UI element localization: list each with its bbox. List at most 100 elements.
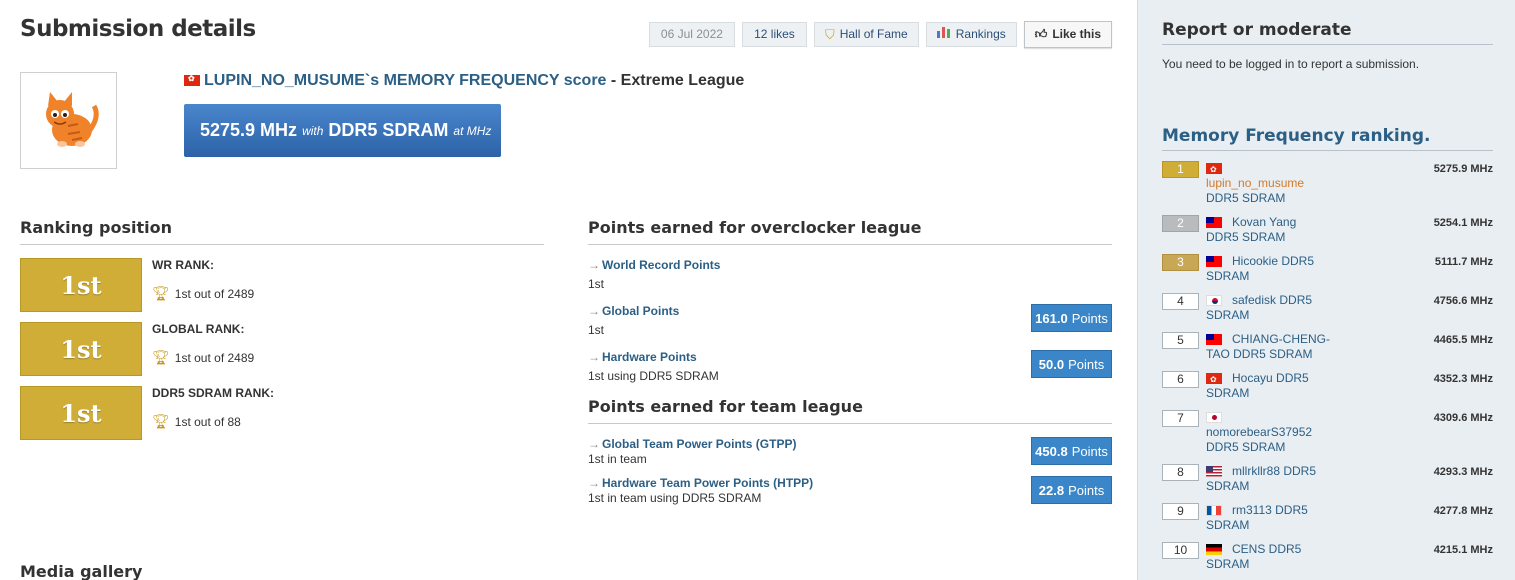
likes-count-button[interactable]: 12 likes: [741, 22, 807, 47]
htpp-value: 22.8: [1038, 482, 1065, 498]
global-points-unit: Points: [1071, 310, 1108, 326]
ranking-position-badge: 3: [1162, 254, 1199, 271]
league-label: - Extreme League: [606, 72, 745, 89]
ranking-position-badge: 4: [1162, 293, 1199, 310]
ranking-line: SDRAM: [1206, 557, 1250, 571]
ranking-line: DDR5 SDRAM: [1206, 440, 1286, 454]
ranking-line: TAO DDR5 SDRAM: [1206, 347, 1313, 361]
ranking-line: nomorebearS37952: [1206, 425, 1313, 439]
gtpp-badge: 450.8 Points: [1031, 437, 1112, 465]
hardware-points-link[interactable]: Hardware Points: [588, 350, 697, 364]
ranking-user-name[interactable]: CENS DDR5: [1232, 542, 1301, 556]
htpp-unit: Points: [1068, 482, 1105, 498]
country-flag-icon: [1206, 372, 1222, 387]
ranking-value: 4309.6 MHz: [1433, 412, 1493, 424]
ranking-entry[interactable]: nomorebearS37952 DDR5 SDRAM: [1206, 410, 1336, 455]
main-content: Submission details 06 Jul 2022 12 likes …: [0, 0, 1137, 580]
ranking-value: 5254.1 MHz: [1433, 217, 1493, 229]
ranking-value: 5111.7 MHz: [1434, 256, 1493, 268]
ranking-position-badge: 1: [1162, 161, 1199, 178]
ranking-entry[interactable]: rm3113 DDR5 SDRAM: [1206, 503, 1336, 533]
ranking-value: 4277.8 MHz: [1433, 505, 1493, 517]
cat-mascot-icon: [45, 91, 99, 147]
country-flag-icon: [1206, 162, 1222, 177]
score-value: 5275.9 MHz: [200, 120, 298, 140]
ranking-value: 4215.1 MHz: [1433, 544, 1493, 556]
ranking-user-name[interactable]: safedisk DDR5: [1232, 293, 1312, 307]
score-button[interactable]: 5275.9 MHz with DDR5 SDRAM at MHz: [184, 104, 501, 157]
global-rank-label: GLOBAL RANK:: [152, 322, 245, 336]
hardware-rank-badge: 1st: [20, 386, 142, 440]
ranking-entry[interactable]: lupin_no_musumeDDR5 SDRAM: [1206, 161, 1336, 206]
country-flag-icon: [1206, 256, 1222, 268]
ranking-user-name[interactable]: Hocayu DDR5: [1232, 371, 1309, 385]
hardware-points-badge: 50.0 Points: [1031, 350, 1112, 378]
wr-rank-badge: 1st: [20, 258, 142, 312]
hardware-rank-value: 🏆︎ 1st out of 88: [152, 413, 241, 430]
country-flag-icon: [1206, 544, 1222, 556]
gtpp-link[interactable]: Global Team Power Points (GTPP): [588, 437, 796, 451]
shield-icon: ⛉: [824, 27, 835, 42]
country-flag-icon: [1206, 334, 1222, 346]
memory-type-link[interactable]: DDR5 SDRAM: [328, 120, 448, 141]
ranking-user-name[interactable]: lupin_no_musume: [1206, 176, 1336, 191]
country-flag-icon: [1206, 466, 1222, 478]
report-title: Report or moderate: [1162, 20, 1493, 45]
htpp-rank: 1st in team using DDR5 SDRAM: [588, 491, 762, 505]
like-this-label: Like this: [1052, 27, 1101, 41]
global-rank-badge: 1st: [20, 322, 142, 376]
hall-of-fame-button[interactable]: ⛉ Hall of Fame: [813, 22, 919, 47]
country-flag-icon: [1206, 412, 1222, 424]
ranking-entry[interactable]: mllrkllr88 DDR5 SDRAM: [1206, 464, 1336, 494]
global-points-badge: 161.0 Points: [1031, 304, 1112, 332]
htpp-badge: 22.8 Points: [1031, 476, 1112, 504]
ranking-position-badge: 2: [1162, 215, 1199, 232]
ranking-user-name[interactable]: mllrkllr88 DDR5: [1232, 464, 1316, 478]
trophy-icon: 🏆︎: [152, 285, 170, 301]
like-this-button[interactable]: 👍︎ Like this: [1023, 21, 1112, 48]
ranking-value: 4465.5 MHz: [1433, 334, 1493, 346]
ranking-line: DDR5 SDRAM: [1206, 191, 1286, 205]
rankings-button[interactable]: Rankings: [925, 22, 1017, 47]
ranking-value: 5275.9 MHz: [1433, 163, 1493, 175]
hong-kong-flag-icon: [184, 74, 200, 87]
ranking-user-name[interactable]: rm3113 DDR5: [1232, 503, 1308, 517]
ranking-line: DDR5 SDRAM: [1206, 230, 1286, 244]
ranking-entry[interactable]: Kovan Yang DDR5 SDRAM: [1206, 215, 1336, 245]
memory-ranking-title[interactable]: Memory Frequency ranking.: [1162, 126, 1493, 151]
ranking-value: 4756.6 MHz: [1433, 295, 1493, 307]
ranking-entry[interactable]: safedisk DDR5 SDRAM: [1206, 293, 1336, 323]
ranking-line: SDRAM: [1206, 386, 1250, 400]
score-with-label: with: [302, 123, 324, 138]
global-rank-text: 1st out of 2489: [174, 350, 255, 365]
global-points-link[interactable]: Global Points: [588, 304, 679, 318]
ranking-value: 4293.3 MHz: [1433, 466, 1493, 478]
global-points-value: 161.0: [1035, 310, 1068, 326]
user-avatar[interactable]: [20, 72, 117, 169]
htpp-link[interactable]: Hardware Team Power Points (HTPP): [588, 476, 813, 490]
country-flag-icon: [1206, 505, 1222, 517]
ranking-entry[interactable]: Hocayu DDR5SDRAM: [1206, 371, 1336, 401]
ranking-user-name[interactable]: Kovan Yang: [1232, 215, 1296, 229]
wr-rank-text: 1st out of 2489: [174, 286, 255, 301]
media-gallery-title: Media gallery: [20, 562, 143, 580]
ranking-position-badge: 5: [1162, 332, 1199, 349]
submission-user-link[interactable]: LUPIN_NO_MUSUME`s MEMORY FREQUENCY score: [204, 72, 606, 89]
world-record-points-link[interactable]: World Record Points: [588, 258, 720, 272]
wr-rank-label: WR RANK:: [152, 258, 214, 272]
ranking-entry[interactable]: CENS DDR5 SDRAM: [1206, 542, 1336, 572]
ranking-entry[interactable]: CHIANG-CHENG- TAO DDR5 SDRAM: [1206, 332, 1336, 362]
hardware-rank-label: DDR5 SDRAM RANK:: [152, 386, 274, 400]
ranking-user-name[interactable]: Hicookie DDR5: [1232, 254, 1314, 268]
ranking-entry[interactable]: Hicookie DDR5 SDRAM: [1206, 254, 1336, 284]
hardware-points-value: 50.0: [1038, 356, 1065, 372]
ranking-line: SDRAM: [1206, 269, 1250, 283]
hardware-points-unit: Points: [1068, 356, 1105, 372]
page-title: Submission details: [20, 16, 256, 42]
gtpp-value: 450.8: [1035, 443, 1068, 459]
top-toolbar: 06 Jul 2022 12 likes ⛉ Hall of Fame Rank…: [648, 21, 1112, 48]
global-rank-value: 🏆︎ 1st out of 2489: [152, 349, 254, 366]
date-badge: 06 Jul 2022: [648, 22, 735, 47]
ranking-user-name[interactable]: CHIANG-CHENG-: [1232, 332, 1330, 346]
ranking-position-badge: 7: [1162, 410, 1199, 427]
